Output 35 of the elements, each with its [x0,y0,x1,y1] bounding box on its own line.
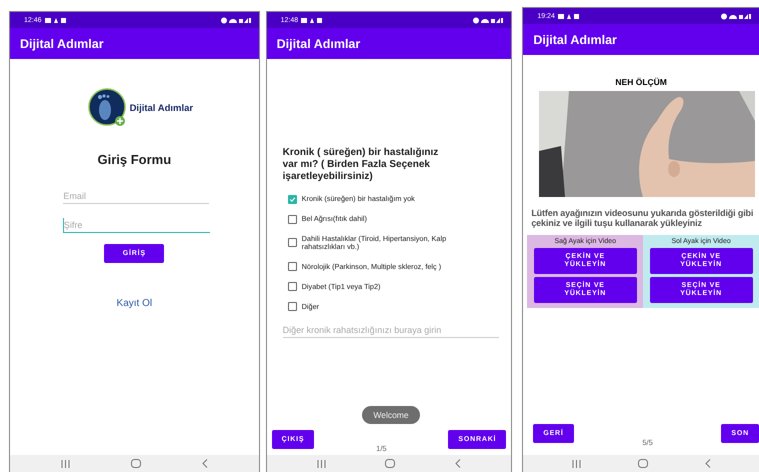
home-icon[interactable] [385,459,396,468]
logo-text: Dijital Adımlar [130,102,194,114]
recent-apps-icon[interactable] [572,460,581,468]
toast-message: Welcome [362,406,420,424]
instruction-text: Lütfen ayağınızın videosunu yukarıda gösterildiği gibi çekiniz ve ilgili tuşu kullanarak yükleyiniz [530,208,754,229]
checkbox[interactable] [288,282,297,292]
home-icon[interactable] [130,459,141,468]
checkbox[interactable] [288,238,297,248]
status-icons-drawing [220,16,251,24]
checkbox[interactable] [288,194,297,204]
status-icons-drawing [558,12,580,20]
app-title: Dijital Adımlar [20,36,104,50]
status-icons-drawing [473,16,504,24]
register-link[interactable]: Kayıt Ol [116,298,152,309]
app-title: Dijital Adımlar [276,36,360,50]
checkbox[interactable] [288,302,297,312]
input-field[interactable]: Diğer kronik rahatsızlığınızı buraya girin [282,323,500,338]
input-field[interactable]: Email [63,189,210,204]
back-icon[interactable] [704,459,711,468]
foot-logo-icon [88,88,128,128]
question-text: Kronik ( süreğen) bir hastalığınız var mı? ( Birden Fazla Seçenek işaretleyebilirsiniz) [282,147,440,184]
status-icons-drawing [301,16,324,24]
recent-apps-icon[interactable] [60,460,70,468]
back-icon[interactable] [202,459,208,468]
home-icon[interactable] [638,459,648,468]
section-heading: NEH ÖLÇÜM [614,77,668,87]
checkbox[interactable] [288,214,297,224]
app-title: Dijital Adımlar [533,32,617,46]
back-icon[interactable] [455,459,462,468]
recent-apps-icon[interactable] [316,460,326,468]
form-title: Giriş Formu [97,152,172,167]
input-field[interactable]: Şifre [62,218,210,233]
status-icons-drawing [44,16,67,24]
checkbox[interactable] [288,262,297,272]
status-icons-drawing [721,12,751,20]
